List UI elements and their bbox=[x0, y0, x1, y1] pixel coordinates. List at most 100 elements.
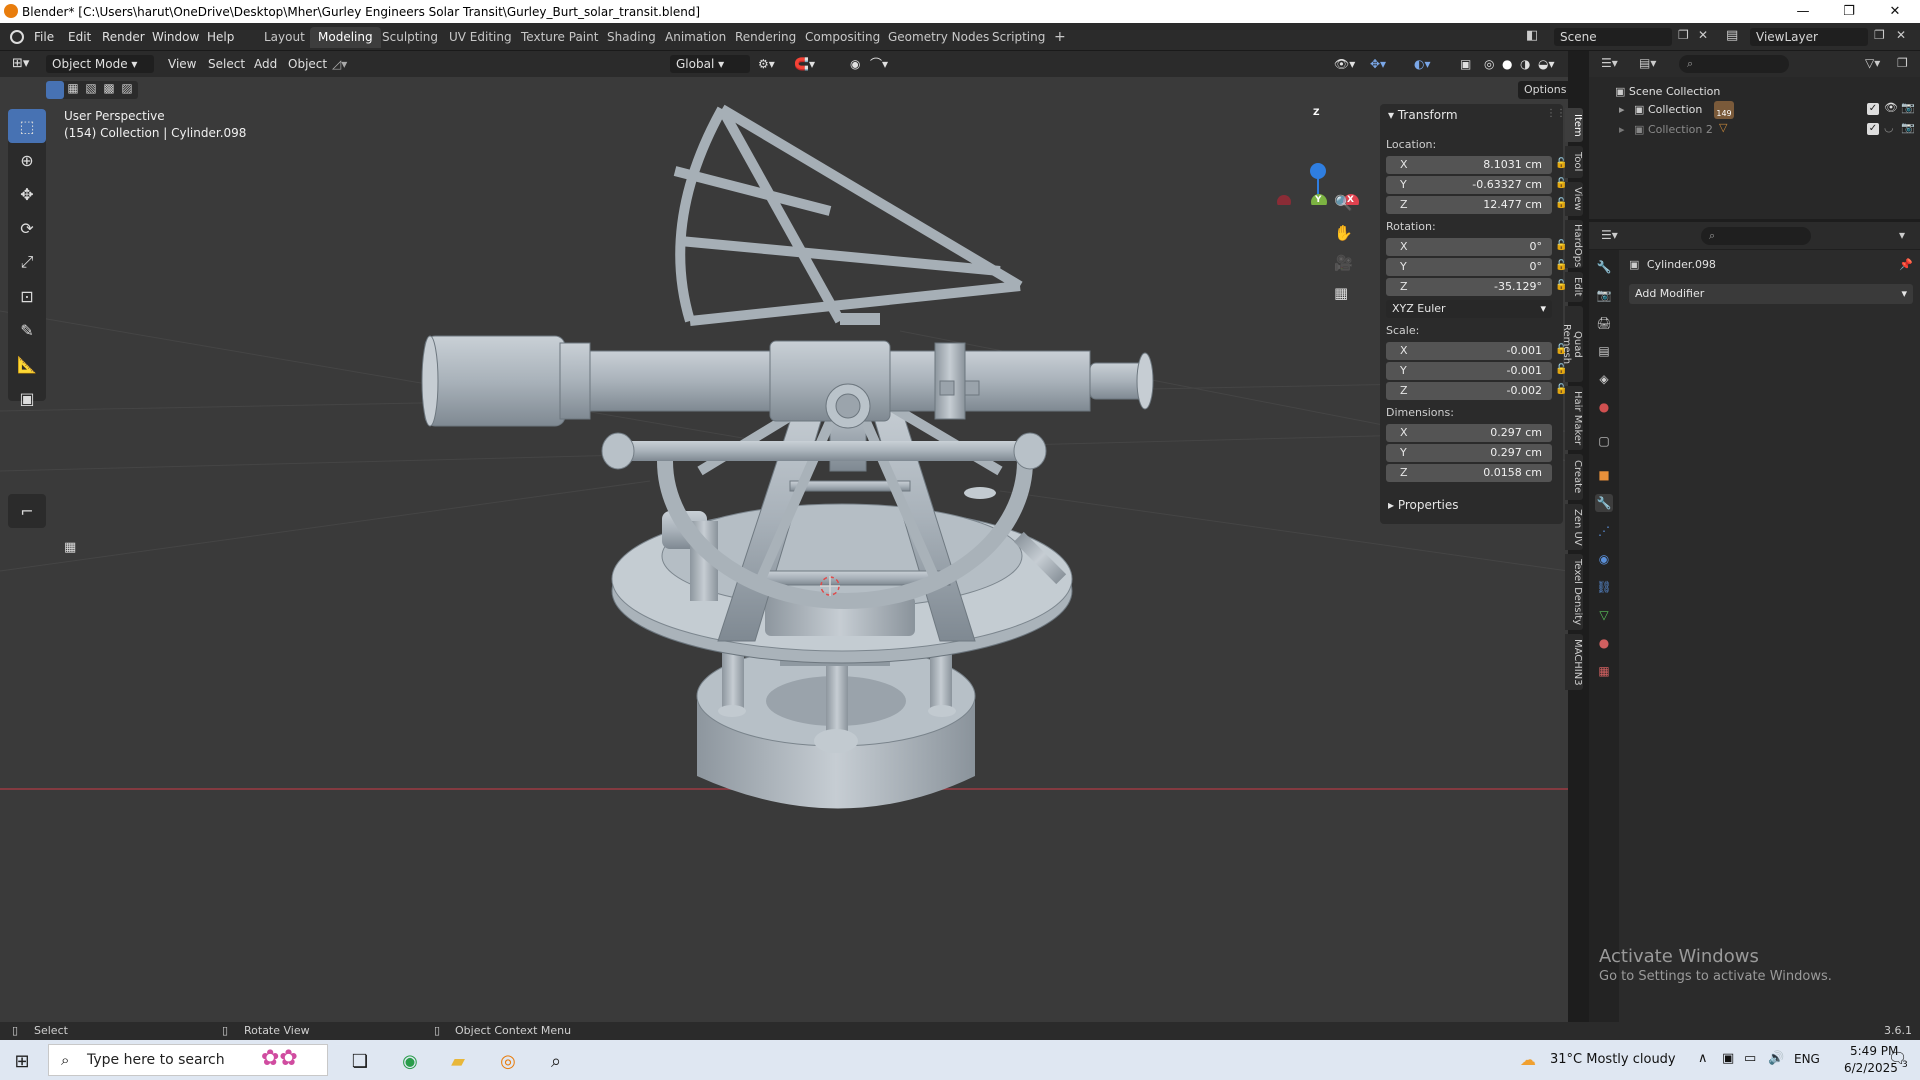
add-menu[interactable]: Add bbox=[254, 55, 277, 73]
dimensions-z-field[interactable]: Z 0.0158 cm bbox=[1386, 464, 1552, 482]
transform-orientation-dropdown[interactable]: Global ▾ bbox=[670, 55, 750, 73]
collection-tab-icon[interactable]: ▢ bbox=[1595, 432, 1613, 450]
render-tab-icon[interactable]: 📷 bbox=[1595, 286, 1613, 304]
tab-rendering[interactable]: Rendering bbox=[727, 27, 804, 48]
view-layer-tab-icon[interactable]: ▤ bbox=[1595, 342, 1613, 360]
annotate-tool-icon[interactable]: ✎ bbox=[8, 313, 46, 347]
options-dropdown[interactable]: Options ▾ bbox=[1518, 81, 1568, 114]
display-mode-icon[interactable]: ▤▾ bbox=[1639, 56, 1656, 70]
meet-now-icon[interactable]: ▣ bbox=[1722, 1051, 1734, 1066]
tab-scripting[interactable]: Scripting bbox=[984, 27, 1053, 48]
new-scene-icon[interactable]: ❐ bbox=[1678, 28, 1689, 42]
select-new-icon[interactable] bbox=[46, 81, 64, 99]
exclude-checkbox[interactable]: ✓ bbox=[1867, 123, 1879, 135]
constraints-tab-icon[interactable]: ⛓ bbox=[1595, 578, 1613, 596]
hide-eye-icon[interactable]: 👁 bbox=[1884, 101, 1898, 114]
perspective-toggle-icon[interactable]: ▦ bbox=[1334, 284, 1348, 302]
minimize-button[interactable]: — bbox=[1780, 0, 1826, 23]
language-indicator[interactable]: ENG bbox=[1794, 1052, 1820, 1066]
windows-start-icon[interactable]: ⊞ bbox=[8, 1048, 36, 1074]
scale-z-field[interactable]: Z -0.002 bbox=[1386, 382, 1552, 400]
blender-menu-icon[interactable] bbox=[10, 30, 24, 44]
sidebar-tab-item[interactable]: Item bbox=[1565, 108, 1583, 142]
menu-window[interactable]: Window bbox=[152, 28, 199, 46]
3d-viewport[interactable]: ⊞▾ Object Mode ▾ View Select Add Object … bbox=[0, 51, 1568, 1022]
viewlayer-name-field[interactable]: ViewLayer bbox=[1750, 28, 1868, 46]
add-modifier-button[interactable]: Add Modifier ▾ bbox=[1629, 284, 1913, 304]
select-intersect-icon[interactable]: ▨ bbox=[118, 81, 136, 99]
tab-uv-editing[interactable]: UV Editing bbox=[441, 27, 520, 48]
visibility-icon[interactable]: 👁▾ bbox=[1334, 55, 1355, 73]
sidebar-tab-edit[interactable]: Edit bbox=[1565, 272, 1583, 302]
xray-toggle-icon[interactable]: ▣ bbox=[1460, 55, 1471, 73]
sidebar-tab-machin3[interactable]: MACHIN3 bbox=[1565, 634, 1583, 690]
network-icon[interactable]: ▭ bbox=[1744, 1051, 1756, 1066]
falloff-icon[interactable]: ⌒▾ bbox=[870, 55, 888, 73]
scene-name-field[interactable]: Scene bbox=[1554, 28, 1672, 46]
move-tool-icon[interactable]: ✥ bbox=[8, 177, 46, 211]
new-collection-icon[interactable]: ❐ bbox=[1897, 56, 1908, 70]
tray-chevron-icon[interactable]: ∧ bbox=[1698, 1051, 1708, 1066]
render-camera-icon[interactable]: 📷 bbox=[1901, 101, 1915, 114]
scene-selector-icon[interactable]: ◧ bbox=[1526, 28, 1542, 44]
new-viewlayer-icon[interactable]: ❐ bbox=[1874, 28, 1885, 42]
hidden-eye-icon[interactable]: ◡ bbox=[1884, 121, 1894, 134]
select-invert-icon[interactable]: ▩ bbox=[100, 81, 118, 99]
dimensions-y-field[interactable]: Y 0.297 cm bbox=[1386, 444, 1552, 462]
overlays-toggle-icon[interactable]: ◐▾ bbox=[1414, 55, 1431, 73]
tab-texture-paint[interactable]: Texture Paint bbox=[513, 27, 606, 48]
rotation-mode-dropdown[interactable]: XYZ Euler ▾ bbox=[1386, 300, 1552, 318]
sidebar-tab-create[interactable]: Create bbox=[1565, 454, 1583, 500]
navigation-gizmo[interactable]: Z X Y bbox=[1272, 108, 1368, 241]
axis-gizmo[interactable] bbox=[1272, 109, 1368, 241]
outliner-search-input[interactable]: ⌕ bbox=[1679, 55, 1789, 73]
filter-icon[interactable]: ▽▾ bbox=[1865, 56, 1880, 70]
measure-tool-icon[interactable]: 📐 bbox=[8, 347, 46, 381]
panel-drag-handle-icon[interactable]: ⋮⋮ bbox=[1546, 108, 1566, 119]
transform-tool-icon[interactable]: ⊡ bbox=[8, 279, 46, 313]
delete-scene-icon[interactable]: ✕ bbox=[1698, 28, 1708, 42]
pivot-icon[interactable]: ⚙▾ bbox=[758, 55, 775, 73]
restore-button[interactable]: ❐ bbox=[1826, 0, 1872, 23]
menu-file[interactable]: File bbox=[34, 28, 54, 46]
blender-app-icon[interactable]: ◎ bbox=[494, 1048, 522, 1074]
select-box-tool-icon[interactable]: ⬚ bbox=[8, 109, 46, 143]
exclude-checkbox[interactable]: ✓ bbox=[1867, 103, 1879, 115]
rotation-z-field[interactable]: Z -35.129° bbox=[1386, 278, 1552, 296]
properties-options-icon[interactable]: ▾ bbox=[1899, 228, 1905, 242]
material-tab-icon[interactable]: ● bbox=[1595, 634, 1613, 652]
outliner-item-collection[interactable]: ▸ ▣ Collection 149 ✓ 👁 📷 bbox=[1619, 101, 1915, 119]
menu-edit[interactable]: Edit bbox=[68, 28, 91, 46]
wireframe-shading-icon[interactable]: ◎ bbox=[1484, 55, 1494, 73]
chrome-app-icon[interactable]: ◉ bbox=[396, 1048, 424, 1074]
solid-shading-icon[interactable]: ● bbox=[1502, 55, 1512, 73]
world-tab-icon[interactable]: ● bbox=[1595, 398, 1613, 416]
location-x-field[interactable]: X 8.1031 cm bbox=[1386, 156, 1552, 174]
viewport-widget-icon[interactable]: ▦ bbox=[64, 540, 76, 555]
expand-arrow-icon[interactable]: ▸ bbox=[1619, 123, 1625, 136]
camera-view-icon[interactable]: 🎥 bbox=[1334, 254, 1353, 272]
tool-tab-icon[interactable]: 🔧 bbox=[1595, 258, 1613, 276]
outliner-root[interactable]: ▣ Scene Collection bbox=[1615, 85, 1720, 98]
sidebar-tab-quad-remesh[interactable]: Quad Remesh bbox=[1561, 306, 1583, 382]
pin-icon[interactable]: 📌 bbox=[1899, 258, 1913, 271]
dimensions-x-field[interactable]: X 0.297 cm bbox=[1386, 424, 1552, 442]
close-button[interactable]: ✕ bbox=[1872, 0, 1918, 23]
scale-x-field[interactable]: X -0.001 bbox=[1386, 342, 1552, 360]
tab-layout[interactable]: Layout bbox=[256, 27, 313, 48]
scale-tool-icon[interactable]: ⤢ bbox=[8, 245, 46, 279]
sidebar-tab-hair-maker[interactable]: Hair Maker bbox=[1565, 386, 1583, 450]
physics-tab-icon[interactable]: ◉ bbox=[1595, 550, 1613, 568]
data-tab-icon[interactable]: ▽ bbox=[1595, 606, 1613, 624]
zoom-view-icon[interactable]: 🔍 bbox=[1334, 194, 1353, 212]
viewlayer-icon[interactable]: ▤ bbox=[1726, 28, 1738, 43]
menu-help[interactable]: Help bbox=[207, 28, 234, 46]
tab-animation[interactable]: Animation bbox=[657, 27, 734, 48]
mode-selector[interactable]: Object Mode ▾ bbox=[46, 55, 154, 73]
texture-tab-icon[interactable]: ▦ bbox=[1595, 662, 1613, 680]
object-tab-icon[interactable]: ■ bbox=[1595, 466, 1613, 484]
sidebar-tab-hardops[interactable]: HardOps bbox=[1565, 220, 1583, 268]
sidebar-tab-tool[interactable]: Tool bbox=[1565, 146, 1583, 178]
scale-y-field[interactable]: Y -0.001 bbox=[1386, 362, 1552, 380]
menu-render[interactable]: Render bbox=[102, 28, 145, 46]
